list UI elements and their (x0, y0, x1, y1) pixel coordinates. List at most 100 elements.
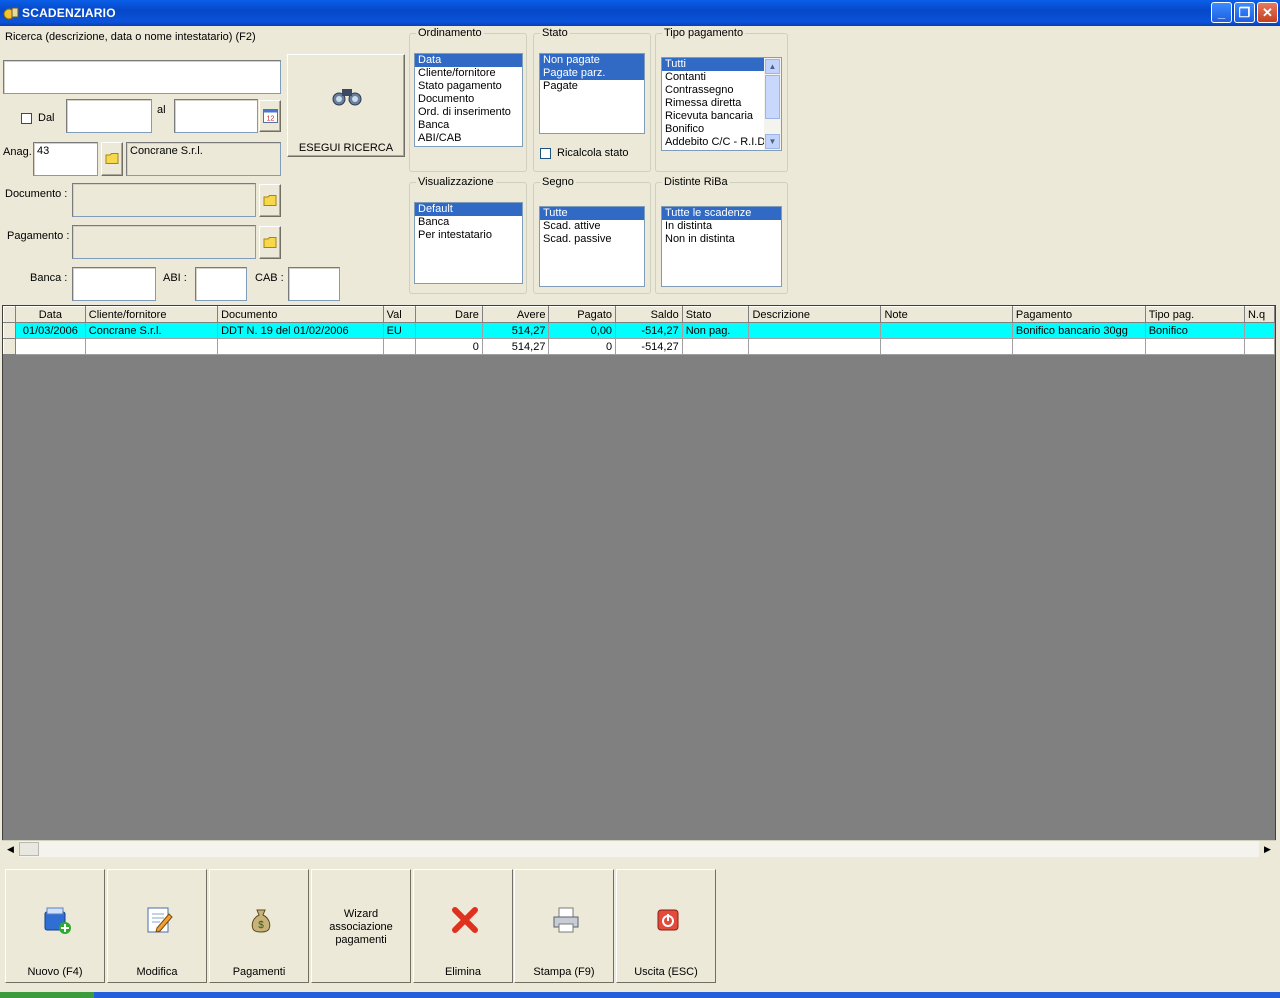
restore-button[interactable]: ❐ (1234, 2, 1255, 23)
scroll-thumb[interactable] (765, 75, 780, 119)
column-header[interactable]: Stato (681, 306, 750, 323)
cell-stato[interactable]: Non pag. (681, 322, 750, 339)
documento-input[interactable] (72, 183, 256, 217)
wizard-button[interactable]: Wizard associazione pagamenti (311, 869, 411, 983)
cell-note[interactable] (880, 322, 1013, 339)
banca-input[interactable] (72, 267, 156, 301)
row-indicator[interactable] (3, 322, 16, 339)
abi-input[interactable] (195, 267, 247, 301)
cell-nq[interactable] (1243, 322, 1275, 339)
list-item[interactable]: Data (415, 54, 522, 67)
column-header[interactable]: Data (14, 306, 86, 323)
list-item[interactable]: Rimessa diretta (662, 97, 766, 110)
list-item[interactable]: Pagate parz. (540, 67, 644, 80)
column-header[interactable]: Cliente/fornitore (84, 306, 219, 323)
anag-browse-button[interactable] (101, 142, 123, 176)
nuovo-label: Nuovo (F4) (27, 966, 83, 978)
cell-tipo-pag[interactable]: Bonifico (1144, 322, 1245, 339)
tipo-pagamento-list[interactable]: Tutti Contanti Contrassegno Rimessa dire… (661, 57, 782, 151)
stato-list[interactable]: Non pagate Pagate parz. Pagate (539, 53, 645, 134)
pagamento-input[interactable] (72, 225, 256, 259)
column-header[interactable]: Pagamento (1011, 306, 1146, 323)
elimina-button[interactable]: Elimina (413, 869, 513, 983)
scroll-right-icon[interactable]: ▶ (1259, 841, 1276, 857)
minimize-button[interactable]: _ (1211, 2, 1232, 23)
ricalcola-checkbox[interactable] (540, 148, 551, 159)
column-header[interactable]: Avere (481, 306, 550, 323)
scroll-left-icon[interactable]: ◀ (2, 841, 19, 857)
anag-code-input[interactable]: 43 (33, 142, 98, 176)
list-item[interactable]: Non in distinta (662, 233, 781, 246)
list-item[interactable]: Per intestatario (415, 229, 522, 242)
cell-pagamento[interactable]: Bonifico bancario 30gg (1011, 322, 1146, 339)
visualizzazione-list[interactable]: Default Banca Per intestatario (414, 202, 523, 284)
documento-browse-button[interactable] (259, 184, 281, 217)
column-header[interactable]: Documento (217, 306, 384, 323)
al-date-input[interactable] (174, 99, 258, 133)
calendar-button[interactable]: 12 (259, 100, 281, 132)
column-header[interactable]: Note (880, 306, 1013, 323)
scadenze-grid[interactable]: Data Cliente/fornitore Documento Val Dar… (2, 305, 1276, 857)
cell-documento[interactable]: DDT N. 19 del 01/02/2006 (217, 322, 384, 339)
search-input[interactable] (3, 60, 281, 94)
column-header[interactable]: N.q (1243, 306, 1275, 323)
run-search-button[interactable]: ESEGUI RICERCA (287, 54, 405, 157)
scroll-down-icon[interactable]: ▼ (765, 134, 780, 149)
nuovo-button[interactable]: Nuovo (F4) (5, 869, 105, 983)
vertical-scrollbar[interactable]: ▲ ▼ (764, 58, 781, 150)
uscita-button[interactable]: Uscita (ESC) (616, 869, 716, 983)
list-item[interactable]: Default (415, 203, 522, 216)
modifica-button[interactable]: Modifica (107, 869, 207, 983)
list-item[interactable]: Addebito C/C - R.I.D (662, 136, 766, 149)
list-item[interactable]: Scad. attive (540, 220, 644, 233)
column-header[interactable]: Saldo (615, 306, 683, 323)
list-item[interactable]: ABI/CAB (415, 132, 522, 145)
start-button[interactable] (0, 992, 94, 998)
cell-saldo[interactable]: -514,27 (615, 322, 683, 339)
column-header[interactable]: Val (382, 306, 417, 323)
folder-icon (105, 153, 119, 164)
list-item[interactable]: Stato pagamento (415, 80, 522, 93)
list-item[interactable]: Tutti (662, 58, 766, 71)
cell-descrizione[interactable] (748, 322, 882, 339)
list-item[interactable]: Scad. passive (540, 233, 644, 246)
pagamenti-button[interactable]: $ Pagamenti (209, 869, 309, 983)
column-header[interactable]: Tipo pag. (1144, 306, 1245, 323)
column-header[interactable]: Pagato (548, 306, 617, 323)
cell-avere[interactable]: 514,27 (481, 322, 550, 339)
list-item[interactable]: Contanti (662, 71, 766, 84)
horizontal-scrollbar[interactable]: ◀ ▶ (2, 840, 1276, 857)
cab-input[interactable] (288, 267, 340, 301)
dal-date-input[interactable] (66, 99, 152, 133)
list-item[interactable]: Documento (415, 93, 522, 106)
list-item[interactable]: Banca (415, 119, 522, 132)
pagamento-browse-button[interactable] (259, 226, 281, 259)
list-item[interactable]: In distinta (662, 220, 781, 233)
cell-pagato[interactable]: 0,00 (548, 322, 617, 339)
stampa-button[interactable]: Stampa (F9) (514, 869, 614, 983)
list-item[interactable]: Ricevuta bancaria (662, 110, 766, 123)
close-button[interactable]: ✕ (1257, 2, 1278, 23)
column-header[interactable]: Dare (415, 306, 483, 323)
cell-dare[interactable] (415, 322, 483, 339)
table-row[interactable]: 01/03/2006 Concrane S.r.l. DDT N. 19 del… (3, 322, 1275, 339)
list-item[interactable]: Tutte (540, 207, 644, 220)
list-item[interactable]: Non pagate (540, 54, 644, 67)
distinte-riba-list[interactable]: Tutte le scadenze In distinta Non in dis… (661, 206, 782, 287)
scroll-thumb[interactable] (19, 842, 39, 856)
list-item[interactable]: Cliente/fornitore (415, 67, 522, 80)
cell-val[interactable]: EU (382, 322, 417, 339)
list-item[interactable]: Banca (415, 216, 522, 229)
ordinamento-list[interactable]: Data Cliente/fornitore Stato pagamento D… (414, 53, 523, 147)
list-item[interactable]: Bonifico (662, 123, 766, 136)
scroll-up-icon[interactable]: ▲ (765, 59, 780, 74)
cell-cliente[interactable]: Concrane S.r.l. (84, 322, 219, 339)
list-item[interactable]: Contrassegno (662, 84, 766, 97)
column-header[interactable]: Descrizione (748, 306, 882, 323)
list-item[interactable]: Ord. di inserimento (415, 106, 522, 119)
segno-list[interactable]: Tutte Scad. attive Scad. passive (539, 206, 645, 287)
list-item[interactable]: Tutte le scadenze (662, 207, 781, 220)
cell-data[interactable]: 01/03/2006 (14, 322, 86, 339)
dal-checkbox[interactable] (21, 113, 32, 124)
list-item[interactable]: Pagate (540, 80, 644, 93)
